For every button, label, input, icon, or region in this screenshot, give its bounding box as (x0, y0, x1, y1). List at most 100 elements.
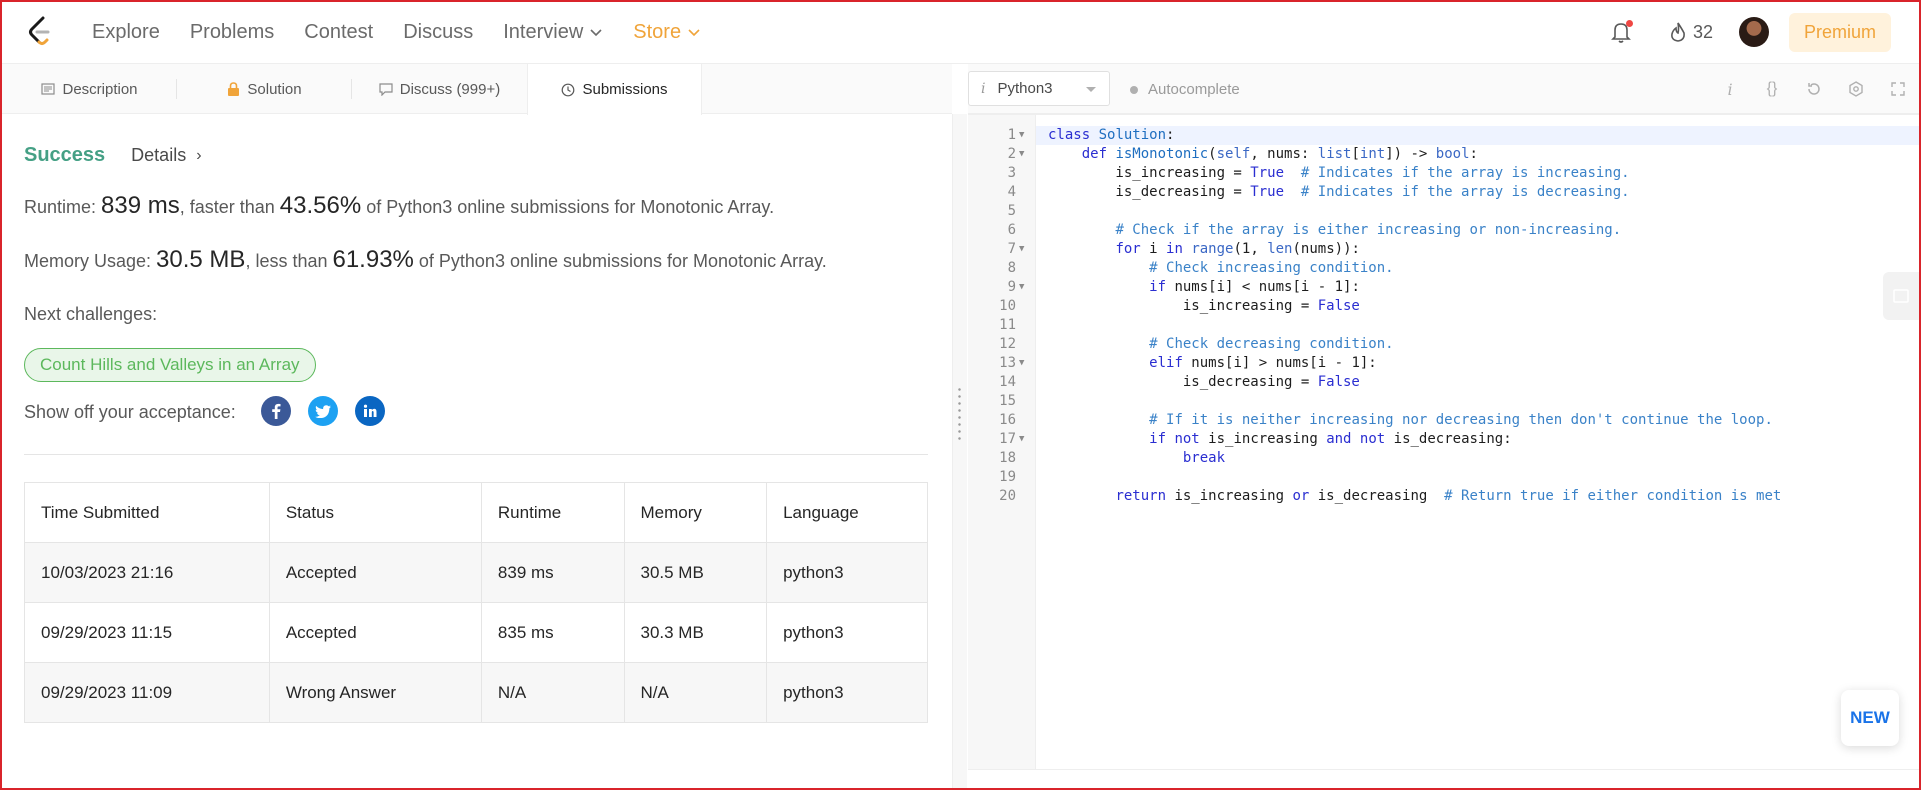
code-line[interactable]: 20 return is_increasing or is_decreasing… (999, 487, 1919, 506)
line-number: 10 (999, 298, 1016, 314)
flame-icon (1671, 22, 1685, 42)
table-row[interactable]: 09/29/2023 11:09 Wrong Answer N/A N/A py… (24, 662, 928, 723)
code-line[interactable]: 3 is_increasing = True # Indicates if th… (1008, 164, 1919, 183)
fold-arrow-icon[interactable]: ▼ (1019, 240, 1024, 259)
line-number: 18 (999, 450, 1016, 466)
note-icon (1893, 289, 1909, 303)
code-line[interactable]: 10 is_increasing = False (999, 297, 1919, 316)
header-memory[interactable]: Memory (623, 482, 768, 543)
cell-memory: N/A (623, 662, 768, 723)
chevron-down-icon (687, 21, 701, 44)
header-runtime[interactable]: Runtime (480, 482, 625, 543)
code-line[interactable]: 8 # Check increasing condition. (1008, 259, 1919, 278)
language-select[interactable]: i Python3 (968, 71, 1110, 106)
fold-arrow-icon[interactable]: ▼ (1019, 430, 1024, 449)
table-header-row: Time Submitted Status Runtime Memory Lan… (24, 482, 928, 543)
cell-language: python3 (766, 662, 928, 723)
code-line[interactable]: 19 (999, 468, 1919, 487)
code-line[interactable]: 7 ▼ for i in range(1, len(nums)): (1008, 240, 1919, 259)
code-line[interactable]: 2 ▼ def isMonotonic(self, nums: list[int]… (1008, 145, 1919, 164)
header-time-submitted[interactable]: Time Submitted (24, 482, 270, 543)
new-feature-button[interactable]: NEW (1841, 690, 1899, 746)
reset-icon[interactable] (1793, 81, 1835, 97)
code-line[interactable]: 11 (999, 316, 1919, 335)
runtime-prefix: Runtime: (24, 197, 102, 217)
code-line[interactable]: 9 ▼ if nums[i] < nums[i - 1]: (1008, 278, 1919, 297)
side-panel-toggle[interactable] (1883, 272, 1919, 320)
code-line[interactable]: 16 # If it is neither increasing nor dec… (999, 411, 1919, 430)
fold-arrow-icon[interactable]: ▼ (1019, 126, 1024, 145)
problem-tabbar: Description Solution Discuss (999+) Subm… (2, 64, 952, 115)
fold-arrow-icon[interactable]: ▼ (1019, 278, 1024, 297)
code-line-text: # Check if the array is either increasin… (1115, 222, 1622, 238)
table-row[interactable]: 10/03/2023 21:16 Accepted 839 ms 30.5 MB… (24, 542, 928, 603)
fold-arrow-icon[interactable]: ▼ (1019, 145, 1024, 164)
tab-solution[interactable]: Solution (177, 64, 352, 114)
code-line[interactable]: 18 break (999, 449, 1919, 468)
header-language[interactable]: Language (766, 482, 928, 543)
cell-status[interactable]: Accepted (268, 542, 482, 603)
tab-submissions[interactable]: Submissions (527, 64, 702, 115)
code-line-text: is_decreasing = False (1048, 374, 1360, 390)
linkedin-icon[interactable] (355, 396, 385, 426)
cell-time: 09/29/2023 11:09 (24, 662, 270, 723)
notification-bell-icon[interactable] (1609, 19, 1635, 45)
nav-store[interactable]: Store (633, 21, 701, 44)
cell-status[interactable]: Wrong Answer (268, 662, 482, 723)
toggle-dot-icon (1130, 85, 1138, 94)
fullscreen-icon[interactable] (1877, 82, 1919, 96)
nav-discuss[interactable]: Discuss (403, 21, 473, 44)
nav-problems[interactable]: Problems (190, 21, 274, 44)
info-icon[interactable]: i (1709, 80, 1751, 99)
avatar[interactable] (1738, 17, 1769, 47)
code-line[interactable]: 4 is_decreasing = True # Indicates if th… (1008, 183, 1919, 202)
nav-interview[interactable]: Interview (503, 21, 603, 44)
chevron-down-icon (589, 21, 603, 44)
line-number: 3 (1007, 165, 1016, 181)
next-challenge-link[interactable]: Count Hills and Valleys in an Array (24, 348, 316, 382)
code-line-text: # If it is neither increasing nor decrea… (1149, 412, 1773, 428)
settings-icon[interactable] (1835, 81, 1877, 97)
facebook-icon[interactable] (261, 396, 291, 426)
code-line[interactable]: 13 ▼ elif nums[i] > nums[i - 1]: (999, 354, 1919, 373)
nav-explore[interactable]: Explore (92, 21, 160, 44)
line-number: 14 (999, 374, 1016, 390)
pane-resize-handle[interactable] (952, 114, 967, 790)
cell-status[interactable]: Accepted (268, 602, 482, 663)
code-line[interactable]: 17 ▼ if not is_increasing and not is_decr… (999, 430, 1919, 449)
code-line[interactable]: 14 is_decreasing = False (999, 373, 1919, 392)
leetcode-logo[interactable] (26, 16, 56, 48)
line-number: 1 (1007, 127, 1016, 143)
table-row[interactable]: 09/29/2023 11:15 Accepted 835 ms 30.3 MB… (24, 602, 928, 663)
code-line-text: is_increasing = False (1048, 298, 1360, 314)
code-line[interactable]: 12 # Check decreasing condition. (999, 335, 1919, 354)
premium-button[interactable]: Premium (1788, 12, 1891, 52)
code-area[interactable]: 1 ▼ class Solution: 2 ▼ def isMonotonic(self… (999, 126, 1919, 506)
tab-description[interactable]: Description (2, 64, 177, 114)
code-line[interactable]: 6 # Check if the array is either increas… (1008, 221, 1919, 240)
autocomplete-toggle[interactable]: Autocomplete (1130, 81, 1240, 98)
cell-runtime: 839 ms (480, 542, 625, 603)
details-link[interactable]: Details › (131, 145, 201, 166)
info-icon: i (981, 80, 986, 97)
code-editor[interactable]: 1 ▼ class Solution: 2 ▼ def isMonotonic(self… (968, 114, 1919, 771)
code-line[interactable]: 1 ▼ class Solution: (1008, 126, 1919, 145)
twitter-icon[interactable] (308, 396, 338, 426)
line-number: 11 (999, 317, 1016, 333)
code-line[interactable]: 5 (1008, 202, 1919, 221)
fold-arrow-icon[interactable]: ▼ (1019, 354, 1024, 373)
code-line-text: if not is_increasing and not is_decreasi… (1149, 431, 1512, 447)
streak-counter[interactable]: 32 (1669, 21, 1713, 43)
code-line[interactable]: 15 (999, 392, 1919, 411)
details-label: Details (131, 145, 187, 165)
braces-icon[interactable]: {} (1751, 80, 1793, 98)
line-number: 4 (1007, 184, 1016, 200)
cell-runtime: N/A (480, 662, 625, 723)
nav-contest[interactable]: Contest (304, 21, 373, 44)
runtime-suffix: of Python3 online submissions for Monoto… (361, 197, 775, 217)
editor-horizontal-scrollbar[interactable] (968, 769, 1919, 790)
tab-discuss[interactable]: Discuss (999+) (352, 64, 527, 114)
line-number: 6 (1007, 222, 1016, 238)
header-status[interactable]: Status (268, 482, 482, 543)
tab-submissions-label: Submissions (582, 81, 668, 98)
